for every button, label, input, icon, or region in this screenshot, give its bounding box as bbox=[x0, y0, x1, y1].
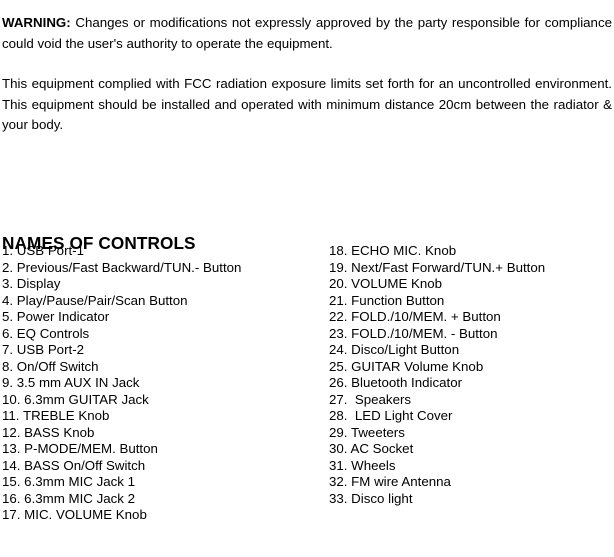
control-item: 10. 6.3mm GUITAR Jack bbox=[2, 391, 149, 407]
control-item: 21. Function Button bbox=[329, 292, 445, 308]
controls-left-column: 1. USB Port-1 2. Previous/Fast Backward/… bbox=[2, 243, 322, 524]
control-item: 3. Display bbox=[2, 276, 61, 291]
fcc-radiation-paragraph: This equipment complied with FCC radiati… bbox=[2, 74, 612, 136]
control-item: 6. EQ Controls bbox=[2, 325, 90, 341]
control-item: 4. Play/Pause/Pair/Scan Button bbox=[2, 292, 188, 308]
control-item: 26. Bluetooth Indicator bbox=[329, 375, 463, 390]
control-item: 32. FM wire Antenna bbox=[329, 474, 451, 489]
document-page: WARNING: Changes or modifications not ex… bbox=[0, 0, 614, 557]
control-item: 30. AC Socket bbox=[329, 441, 414, 456]
control-item: 15. 6.3mm MIC Jack 1 bbox=[2, 474, 136, 489]
control-item: 12. BASS Knob bbox=[2, 424, 95, 440]
control-item: 8. On/Off Switch bbox=[2, 358, 99, 374]
control-item: 14. BASS On/Off Switch bbox=[2, 457, 146, 473]
control-item: 9. 3.5 mm AUX IN Jack bbox=[2, 375, 140, 390]
control-item: 20. VOLUME Knob bbox=[329, 276, 443, 291]
control-item: 29. Tweeters bbox=[329, 424, 405, 440]
controls-list: 1. USB Port-1 2. Previous/Fast Backward/… bbox=[0, 243, 614, 557]
control-item: 5. Power Indicator bbox=[2, 309, 110, 324]
control-item: 7. USB Port-2 bbox=[2, 342, 85, 357]
control-item: 19. Next/Fast Forward/TUN.+ Button bbox=[329, 259, 546, 275]
control-item: 17. MIC. VOLUME Knob bbox=[2, 507, 147, 522]
warning-paragraph: WARNING: Changes or modifications not ex… bbox=[2, 13, 612, 54]
control-item: 2. Previous/Fast Backward/TUN.- Button bbox=[2, 259, 242, 275]
control-item: 31. Wheels bbox=[329, 457, 396, 473]
control-item: 18. ECHO MIC. Knob bbox=[329, 243, 457, 258]
control-item: 27. Speakers bbox=[329, 391, 412, 407]
control-item: 11. TREBLE Knob bbox=[2, 408, 110, 423]
fcc-text: This equipment complied with FCC radiati… bbox=[2, 76, 612, 133]
control-item: 25. GUITAR Volume Knob bbox=[329, 358, 484, 374]
control-item: 28. LED Light Cover bbox=[329, 408, 453, 423]
controls-right-column: 18. ECHO MIC. Knob 19. Next/Fast Forward… bbox=[329, 243, 614, 507]
control-item: 23. FOLD./10/MEM. - Button bbox=[329, 325, 498, 341]
warning-text: Changes or modifications not expressly a… bbox=[2, 15, 612, 51]
control-item: 33. Disco light bbox=[329, 490, 413, 506]
control-item: 22. FOLD./10/MEM. + Button bbox=[329, 309, 501, 324]
control-item: 1. USB Port-1 bbox=[2, 243, 85, 258]
control-item: 16. 6.3mm MIC Jack 2 bbox=[2, 490, 136, 506]
warning-label: WARNING: bbox=[2, 15, 71, 31]
control-item: 24. Disco/Light Button bbox=[329, 342, 460, 357]
control-item: 13. P-MODE/MEM. Button bbox=[2, 441, 158, 456]
